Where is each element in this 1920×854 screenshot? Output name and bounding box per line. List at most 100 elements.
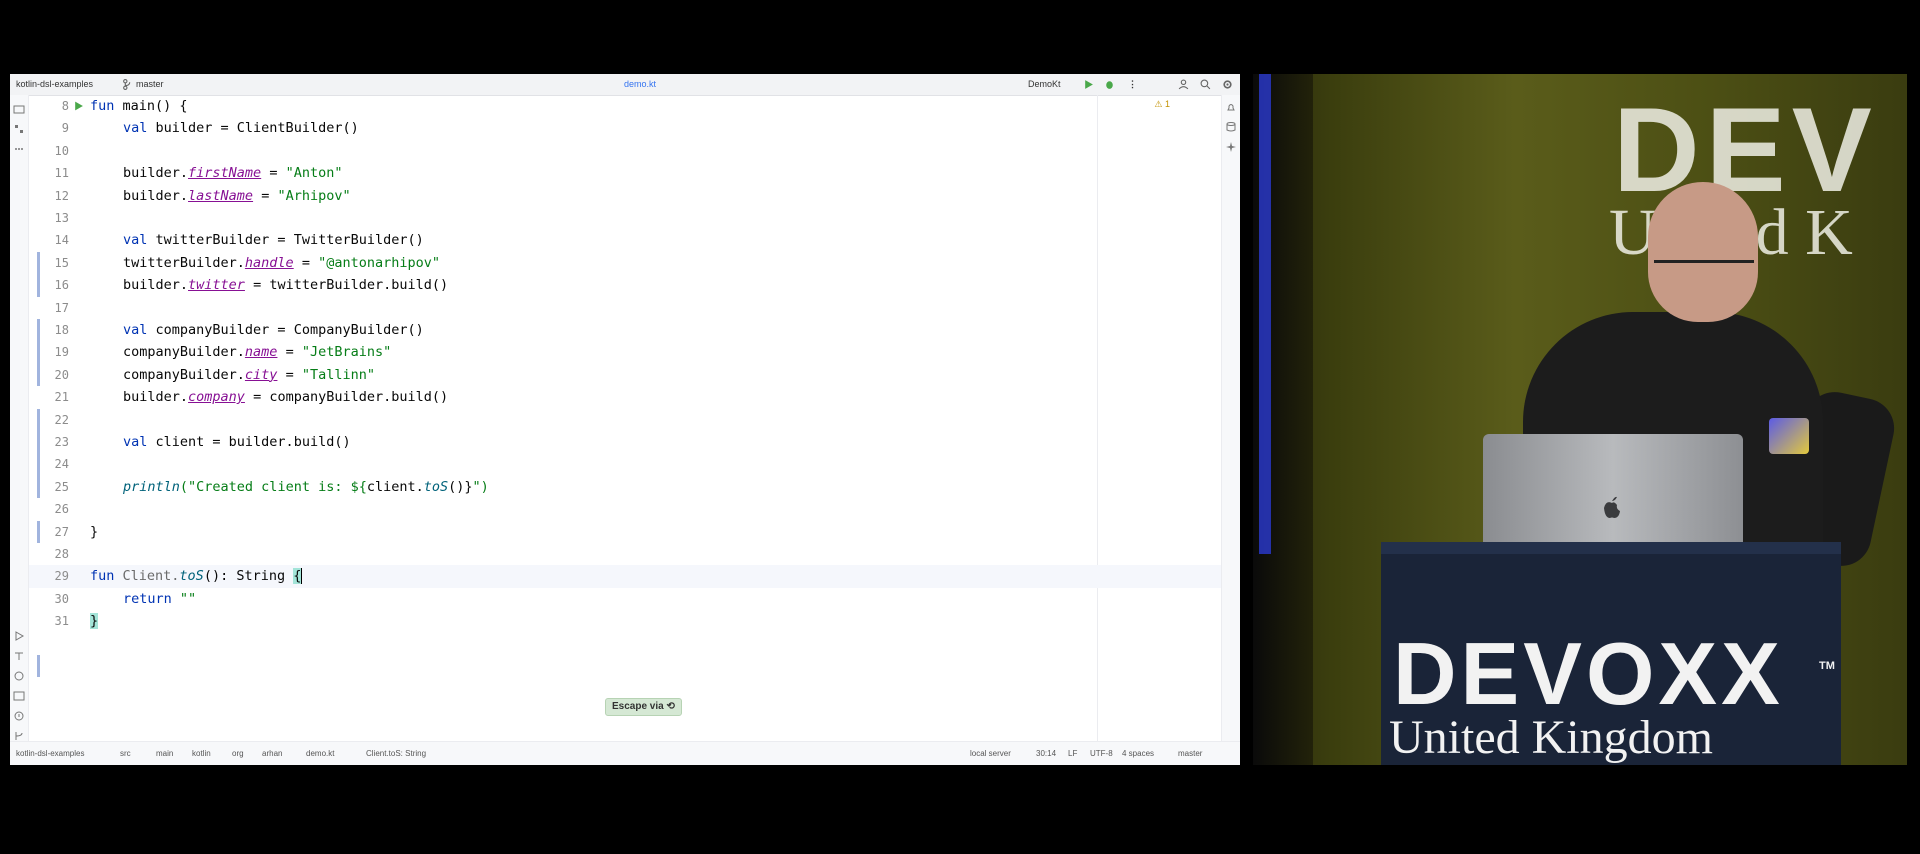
caret-position[interactable]: 30:14 [1036, 742, 1056, 765]
breadcrumb-file[interactable]: demo.kt [306, 742, 334, 765]
branch-selector[interactable]: master [136, 74, 164, 95]
ai-assistant-icon[interactable] [1225, 141, 1237, 153]
line-number: 18 [54, 323, 69, 337]
text-caret [301, 568, 303, 585]
code-line: 18 val companyBuilder = CompanyBuilder() [29, 319, 1222, 341]
code-text: builder. [123, 389, 189, 406]
code-line: 31 } [29, 610, 1222, 632]
code-line: 9 val builder = ClientBuilder() [29, 117, 1222, 139]
line-number: 11 [54, 166, 69, 181]
project-selector[interactable]: kotlin-dsl-examples [16, 74, 93, 95]
undo-icon: ⟲ [666, 701, 675, 712]
breadcrumb-kotlin[interactable]: kotlin [192, 742, 211, 765]
property: name [244, 344, 278, 361]
string-literal: "JetBrains" [301, 344, 392, 361]
keyword: fun [90, 568, 115, 585]
line-number: 27 [54, 524, 69, 539]
settings-icon[interactable] [1222, 79, 1233, 90]
code-line: 19 companyBuilder.name = "JetBrains" [29, 341, 1222, 363]
line-number: 15 [54, 255, 69, 270]
database-icon[interactable] [1225, 121, 1237, 133]
services-icon[interactable] [13, 670, 25, 682]
line-number: 20 [54, 367, 69, 382]
build-icon[interactable] [13, 650, 25, 662]
code-text: builder. [123, 187, 189, 204]
string-literal: "@antonarhipov" [318, 254, 441, 271]
notifications-icon[interactable] [1225, 101, 1237, 113]
account-icon[interactable] [1178, 79, 1189, 90]
line-number: 16 [54, 278, 69, 293]
code-line: 8 fun main() { [29, 95, 1222, 117]
code-line: 17 [29, 297, 1222, 319]
speaker-glasses [1654, 260, 1754, 279]
left-tool-strip [10, 95, 29, 741]
breadcrumb-src[interactable]: src [120, 742, 131, 765]
breadcrumb-symbol[interactable]: Client.toS: String [366, 742, 426, 765]
branch-icon [123, 79, 131, 90]
escape-toast-label: Escape via [612, 701, 664, 712]
server-status[interactable]: local server [970, 742, 1011, 765]
code-editor[interactable]: ⚠ 1 8 fun main() { 9 val builder = Clien… [29, 95, 1233, 741]
run-gutter-icon[interactable] [73, 100, 84, 112]
line-number: 17 [54, 300, 69, 315]
vcs-change-marker [37, 655, 40, 678]
code-text: companyBuilder. [123, 366, 245, 383]
file-encoding[interactable]: UTF-8 [1090, 742, 1113, 765]
line-separator[interactable]: LF [1068, 742, 1077, 765]
string-literal: "Anton" [285, 165, 343, 182]
property: city [244, 366, 278, 383]
problems-icon[interactable] [13, 710, 25, 722]
status-branch[interactable]: master [1178, 742, 1202, 765]
right-tool-strip [1221, 95, 1240, 741]
terminal-icon[interactable] [13, 690, 25, 702]
code-line: 22 [29, 409, 1222, 431]
line-number: 31 [54, 614, 69, 629]
run-tool-icon[interactable] [13, 630, 25, 642]
breadcrumb-package[interactable]: arhan [262, 742, 282, 765]
line-number: 23 [54, 435, 69, 449]
code-text: builder = ClientBuilder() [147, 120, 359, 137]
project-view-icon[interactable] [13, 103, 25, 115]
apple-logo-icon [1604, 496, 1620, 518]
line-number: 25 [54, 479, 69, 494]
projection-screen-edge [1259, 74, 1271, 554]
debug-icon[interactable] [1104, 79, 1115, 90]
code-text: builder. [123, 165, 189, 182]
code-text: builder. [123, 277, 189, 294]
file-tab[interactable]: demo.kt [624, 74, 656, 95]
line-number: 19 [54, 345, 69, 360]
code-text: companyBuilder. [123, 344, 245, 361]
line-number: 8 [61, 99, 69, 113]
run-icon[interactable] [1083, 79, 1094, 90]
line-number: 26 [54, 502, 69, 517]
code-line: 26 [29, 498, 1222, 520]
line-number: 28 [54, 547, 69, 561]
indent-setting[interactable]: 4 spaces [1122, 742, 1154, 765]
more-options-icon[interactable]: ⋮ [1128, 74, 1137, 95]
speaker-video: DEV United K DEVOXX TM United Kingdom [1253, 74, 1907, 765]
breadcrumb-project[interactable]: kotlin-dsl-examples [16, 742, 84, 765]
code-line: 12 builder.lastName = "Arhipov" [29, 185, 1222, 207]
code-line: 28 [29, 543, 1222, 565]
code-line: 24 [29, 453, 1222, 475]
breadcrumb-main[interactable]: main [156, 742, 173, 765]
code-text: client = builder.build() [147, 434, 351, 450]
structure-icon[interactable] [13, 123, 25, 135]
run-config-selector[interactable]: DemoKt [1028, 74, 1061, 95]
breadcrumb-org[interactable]: org [232, 742, 244, 765]
code-text: = companyBuilder.build() [244, 389, 449, 406]
more-tools-icon[interactable] [13, 143, 25, 155]
matched-brace: } [90, 613, 99, 630]
line-number: 13 [54, 211, 69, 225]
line-number: 21 [54, 390, 69, 405]
function-call: println [123, 478, 180, 495]
line-number: 10 [54, 143, 69, 158]
escape-toast: Escape via ⟲ [605, 698, 682, 716]
code-text: } [90, 523, 99, 540]
code-text: = twitterBuilder.build() [244, 277, 449, 294]
line-number: 29 [54, 569, 69, 584]
property: handle [244, 254, 294, 271]
code-text: = [261, 165, 286, 182]
search-icon[interactable] [1200, 79, 1211, 90]
code-line: 23 val client = builder.build() [29, 431, 1222, 453]
